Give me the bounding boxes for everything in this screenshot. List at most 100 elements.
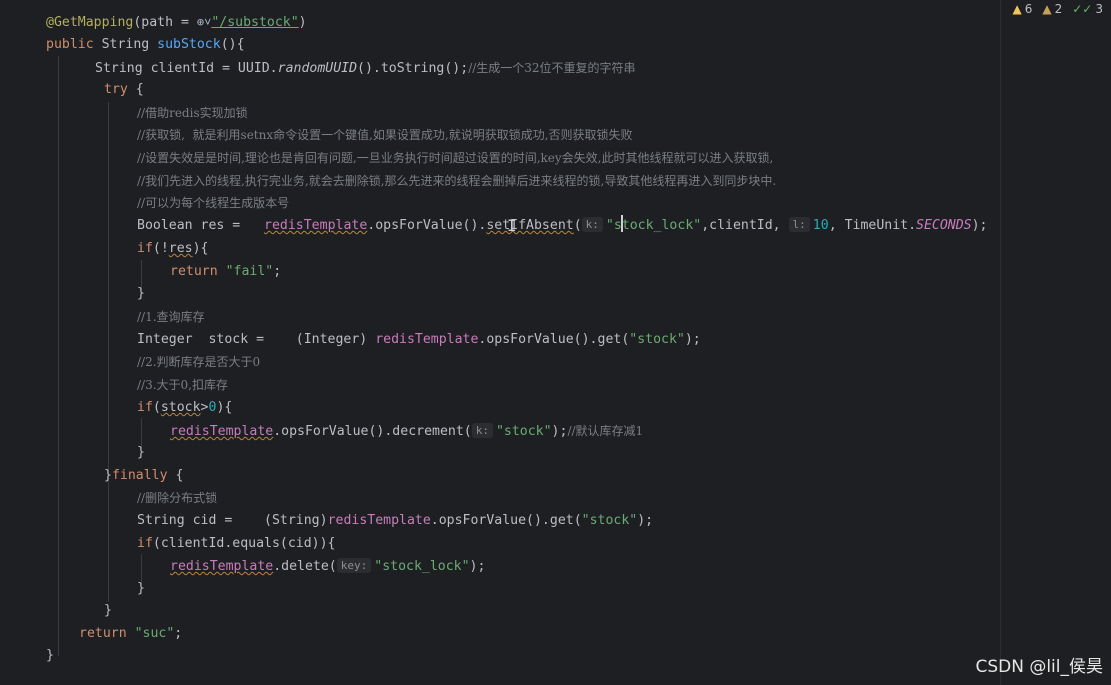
keyword: if (137, 400, 153, 415)
variable: res (168, 241, 193, 256)
keyword: if (137, 241, 153, 256)
comment-line[interactable]: //获取锁, 就是利用setnx命令设置一个键值,如果设置成功,就说明获取锁成功… (137, 124, 633, 146)
right-margin-guide (1000, 0, 1001, 685)
weak-warnings-indicator[interactable]: ▲ 2 (1042, 0, 1062, 18)
code-line[interactable]: Boolean res = redisTemplate.opsForValue(… (137, 215, 988, 237)
field-reference: redisTemplate (170, 424, 274, 439)
code-line[interactable]: Integer stock = (Integer) redisTemplate.… (137, 329, 701, 351)
field-reference: redisTemplate (170, 559, 274, 574)
code-token: (clientId.equals(cid)){ (152, 536, 336, 551)
code-token: ().toString(); (357, 61, 469, 76)
string-literal: "stock" (581, 513, 638, 528)
string-literal: "s (605, 218, 622, 233)
variable: stock (160, 400, 201, 415)
string-literal: tock_lock" (621, 218, 702, 233)
field-reference: redisTemplate (327, 513, 431, 528)
code-token: Boolean res = (137, 218, 265, 233)
method-call: randomUUID (277, 61, 358, 76)
string-literal: "stock_lock" (374, 559, 470, 574)
code-token: (path = (133, 15, 197, 30)
url-path-link[interactable]: "/substock" (211, 15, 298, 30)
code-editor[interactable]: @GetMapping(path = ⊕˅"/substock") public… (0, 0, 1111, 685)
code-line[interactable]: String clientId = UUID.randomUUID().toSt… (95, 57, 636, 79)
string-literal: "fail" (225, 264, 274, 279)
warning-triangle-icon: ▲ (1012, 2, 1022, 16)
code-token: String cid = (String) (137, 513, 328, 528)
code-token: ); (469, 559, 486, 574)
string-literal: "suc" (134, 626, 175, 641)
string-literal: "stock" (495, 424, 552, 439)
parameter-hint: l: (788, 217, 810, 232)
code-line[interactable]: @GetMapping(path = ⊕˅"/substock") (46, 11, 307, 33)
code-token: } (104, 468, 112, 483)
code-line[interactable]: return "suc"; (79, 623, 182, 645)
method-call: setIfAbsent (486, 218, 574, 233)
code-token: ) (298, 15, 307, 30)
typos-indicator[interactable]: ✓✓ 3 (1072, 0, 1103, 18)
comment-line[interactable]: //1.查询库存 (137, 306, 205, 328)
warnings-indicator[interactable]: ▲ 6 (1013, 0, 1033, 18)
globe-icon[interactable]: ⊕˅ (197, 15, 211, 29)
code-token: ){ (216, 400, 233, 415)
comment-line[interactable]: //可以为每个线程生成版本号 (137, 192, 289, 214)
code-line[interactable]: if(!res){ (137, 238, 209, 260)
keyword: finally (111, 468, 168, 483)
code-line[interactable]: } (137, 283, 145, 305)
code-token: ); (551, 424, 568, 439)
code-line[interactable]: redisTemplate.delete(key: "stock_lock"); (170, 556, 485, 578)
keyword: return (170, 264, 218, 279)
comment-line[interactable]: //3.大于0,扣库存 (137, 374, 228, 396)
parameter-hint: k: (581, 217, 603, 232)
code-token: Integer stock = (Integer) (137, 332, 376, 347)
code-token: String (93, 37, 158, 52)
code-line[interactable]: } (46, 645, 54, 667)
code-token: (! (152, 241, 169, 256)
code-line[interactable]: } (137, 578, 145, 600)
indent-guide (58, 56, 59, 656)
code-token: ( (573, 218, 582, 233)
keyword: return (79, 626, 127, 641)
comment-line[interactable]: //删除分布式锁 (137, 487, 217, 509)
warnings-count: 6 (1024, 2, 1033, 16)
code-token: ( (152, 400, 161, 415)
code-token: { (167, 468, 184, 483)
double-check-icon: ✓✓ (1072, 2, 1093, 16)
code-token: ); (684, 332, 701, 347)
code-line[interactable]: String cid = (String)redisTemplate.opsFo… (137, 510, 653, 532)
code-line[interactable]: return "fail"; (170, 261, 281, 283)
code-line[interactable]: } (137, 442, 145, 464)
code-token: .opsForValue().get( (430, 513, 582, 528)
code-line[interactable]: } (104, 600, 112, 622)
annotation: @GetMapping (46, 15, 134, 30)
code-token: .opsForValue().get( (478, 332, 630, 347)
comment: //默认库存减1 (567, 424, 644, 438)
code-token: > (200, 400, 209, 415)
comment-line[interactable]: //借助redis实现加锁 (137, 102, 248, 124)
code-line[interactable]: if(clientId.equals(cid)){ (137, 533, 336, 555)
code-token: String clientId = UUID. (95, 61, 278, 76)
comment-line[interactable]: //设置失效是是时间,理论也是肯回有问题,一旦业务执行时间超过设置的时间,key… (137, 147, 773, 169)
code-line[interactable]: if(stock>0){ (137, 397, 232, 419)
inspection-widget[interactable]: ▲ 6 ▲ 2 ✓✓ 3 (1013, 0, 1104, 18)
code-token: ; (174, 626, 183, 641)
mouse-ibeam-cursor-icon: I (507, 216, 517, 235)
code-token: { (127, 82, 144, 97)
code-line[interactable]: try { (104, 79, 144, 101)
comment-line[interactable]: //2.判断库存是否大于0 (137, 351, 260, 373)
keyword: public (46, 37, 94, 52)
comment-line[interactable]: //我们先进入的线程,执行完业务,就会去删除锁,那么先进来的线程会删掉后进来线程… (137, 170, 776, 192)
code-token: ){ (192, 241, 209, 256)
watermark: CSDN @lil_侯昊 (975, 657, 1103, 677)
code-line[interactable]: public String subStock(){ (46, 34, 245, 56)
code-token: .delete( (273, 559, 337, 574)
code-token: ); (637, 513, 654, 528)
code-token: ); (971, 218, 988, 233)
parameter-hint: key: (336, 558, 372, 573)
code-line[interactable]: }finally { (104, 465, 183, 487)
method-name: subStock (157, 37, 221, 52)
keyword: if (137, 536, 153, 551)
code-line[interactable]: redisTemplate.opsForValue().decrement(k:… (170, 420, 643, 442)
field-reference: redisTemplate (375, 332, 479, 347)
keyword: try (104, 82, 128, 97)
code-token: .opsForValue().decrement( (273, 424, 472, 439)
